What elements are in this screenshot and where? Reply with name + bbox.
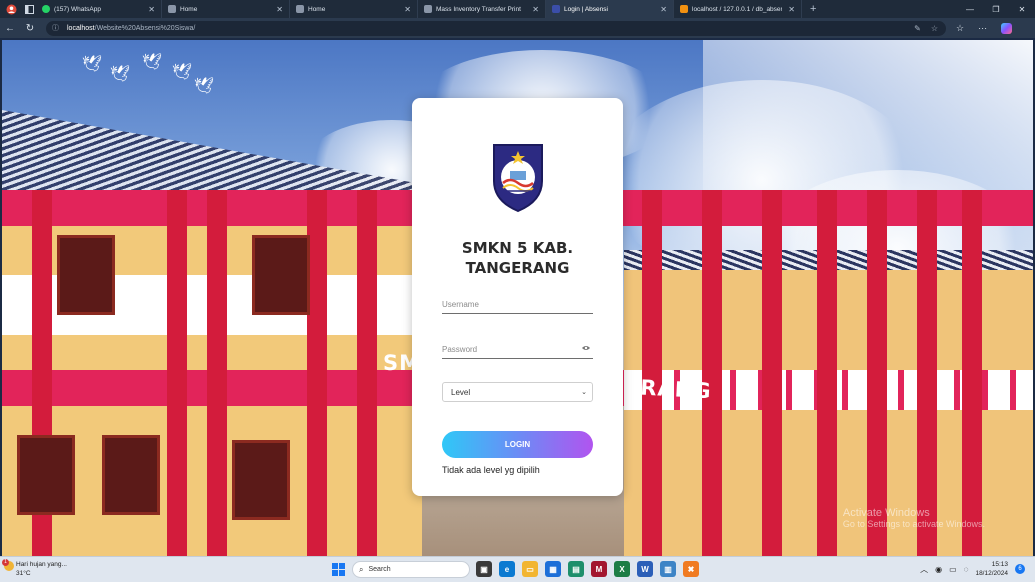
tab-actions-icon[interactable] bbox=[22, 2, 36, 16]
url-field[interactable]: ⓘ localhost /Website%20Absensi%20Siswa/ … bbox=[46, 20, 946, 36]
school-sign-right: ERANG bbox=[624, 374, 713, 404]
tab-home-1[interactable]: Home ✕ bbox=[162, 0, 290, 18]
level-select[interactable]: Level ⌄ bbox=[442, 382, 593, 402]
start-button[interactable] bbox=[332, 563, 345, 576]
display-icon[interactable]: ▭ bbox=[949, 565, 957, 574]
word-icon[interactable]: W bbox=[637, 561, 653, 577]
minimize-icon[interactable]: — bbox=[957, 0, 983, 18]
copilot-icon[interactable] bbox=[1001, 22, 1013, 34]
browser-tab-bar: (157) WhatsApp ✕ Home ✕ Home ✕ Mass Inve… bbox=[0, 0, 1035, 18]
restore-icon[interactable]: ❐ bbox=[983, 0, 1009, 18]
login-button[interactable]: LOGIN bbox=[442, 431, 593, 458]
close-tab-icon[interactable]: ✕ bbox=[788, 5, 795, 14]
address-bar-row: ← ↻ ⓘ localhost /Website%20Absensi%20Sis… bbox=[0, 18, 1035, 38]
school-logo-icon bbox=[552, 5, 560, 13]
weather-widget[interactable]: 1 Hari hujan yang... 31°C bbox=[2, 559, 67, 578]
close-tab-icon[interactable]: ✕ bbox=[660, 5, 667, 14]
windows-taskbar: 1 Hari hujan yang... 31°C ⌕ Search ▣ e ▭… bbox=[0, 556, 1035, 582]
back-icon[interactable]: ← bbox=[0, 18, 20, 38]
login-card: SMKN 5 KAB. TANGERANG Level ⌄ LOGIN Tida… bbox=[412, 98, 623, 496]
excel-icon[interactable]: X bbox=[614, 561, 630, 577]
app-icon[interactable]: ▤ bbox=[568, 561, 584, 577]
favorites-icon[interactable]: ☆ bbox=[956, 23, 964, 34]
taskbar-search[interactable]: ⌕ Search bbox=[352, 561, 470, 578]
chevron-down-icon: ⌄ bbox=[581, 389, 587, 396]
site-info-icon[interactable]: ⓘ bbox=[52, 23, 59, 33]
page-icon bbox=[296, 5, 304, 13]
notification-badge[interactable]: 6 bbox=[1015, 564, 1025, 574]
page-icon bbox=[168, 5, 176, 13]
tray-app-icon[interactable]: ◉ bbox=[935, 565, 942, 574]
clock[interactable]: 15:13 18/12/2024 bbox=[975, 560, 1008, 578]
whatsapp-icon bbox=[42, 5, 50, 13]
close-tab-icon[interactable]: ✕ bbox=[276, 5, 283, 14]
tab-mass-inventory[interactable]: Mass Inventory Transfer Print ✕ bbox=[418, 0, 546, 18]
tab-home-2[interactable]: Home ✕ bbox=[290, 0, 418, 18]
phpmyadmin-icon bbox=[680, 5, 688, 13]
edge-icon[interactable]: e bbox=[499, 561, 515, 577]
page-icon bbox=[424, 5, 432, 13]
show-password-eye-icon[interactable] bbox=[582, 344, 590, 353]
tab-phpmyadmin[interactable]: localhost / 127.0.0.1 / db_absensi ✕ bbox=[674, 0, 802, 18]
weather-badge: 1 bbox=[2, 559, 9, 566]
profile-icon[interactable] bbox=[4, 2, 18, 16]
tab-login-absensi[interactable]: Login | Absensi ✕ bbox=[546, 0, 674, 18]
wifi-icon[interactable]: ◌ bbox=[964, 565, 969, 574]
school-title: SMKN 5 KAB. TANGERANG bbox=[461, 239, 574, 277]
close-tab-icon[interactable]: ✕ bbox=[404, 5, 411, 14]
tab-whatsapp[interactable]: (157) WhatsApp ✕ bbox=[36, 0, 162, 18]
chevron-up-icon[interactable]: ︿ bbox=[920, 564, 928, 575]
close-tab-icon[interactable]: ✕ bbox=[532, 5, 539, 14]
validation-message: Tidak ada level yg dipilih bbox=[442, 465, 540, 475]
close-window-icon[interactable]: ✕ bbox=[1009, 0, 1035, 18]
store-icon[interactable]: ▦ bbox=[545, 561, 561, 577]
xampp-icon[interactable]: ✖ bbox=[683, 561, 699, 577]
task-view-icon[interactable]: ▣ bbox=[476, 561, 492, 577]
username-input[interactable] bbox=[442, 296, 593, 314]
refresh-icon[interactable]: ↻ bbox=[20, 18, 40, 38]
file-explorer-icon[interactable]: ▭ bbox=[522, 561, 538, 577]
app-icon-2[interactable]: ▥ bbox=[660, 561, 676, 577]
more-menu-icon[interactable]: ··· bbox=[978, 23, 987, 33]
close-tab-icon[interactable]: ✕ bbox=[148, 5, 155, 14]
system-tray: ︿ ◉ ▭ ◌ 15:13 18/12/2024 6 bbox=[920, 560, 1025, 578]
pinned-apps: ▣ e ▭ ▦ ▤ M X W ▥ ✖ bbox=[476, 561, 699, 577]
new-tab-button[interactable]: + bbox=[810, 3, 816, 15]
password-input[interactable] bbox=[442, 341, 593, 359]
mendeley-icon[interactable]: M bbox=[591, 561, 607, 577]
search-icon: ⌕ bbox=[359, 564, 364, 574]
window-controls: — ❐ ✕ bbox=[957, 0, 1035, 18]
activate-windows-watermark: Activate Windows Go to Settings to activ… bbox=[842, 507, 985, 530]
favorite-star-icon[interactable]: ☆ bbox=[931, 24, 938, 33]
school-logo bbox=[493, 144, 543, 213]
translate-icon[interactable]: ✎ bbox=[914, 24, 921, 33]
